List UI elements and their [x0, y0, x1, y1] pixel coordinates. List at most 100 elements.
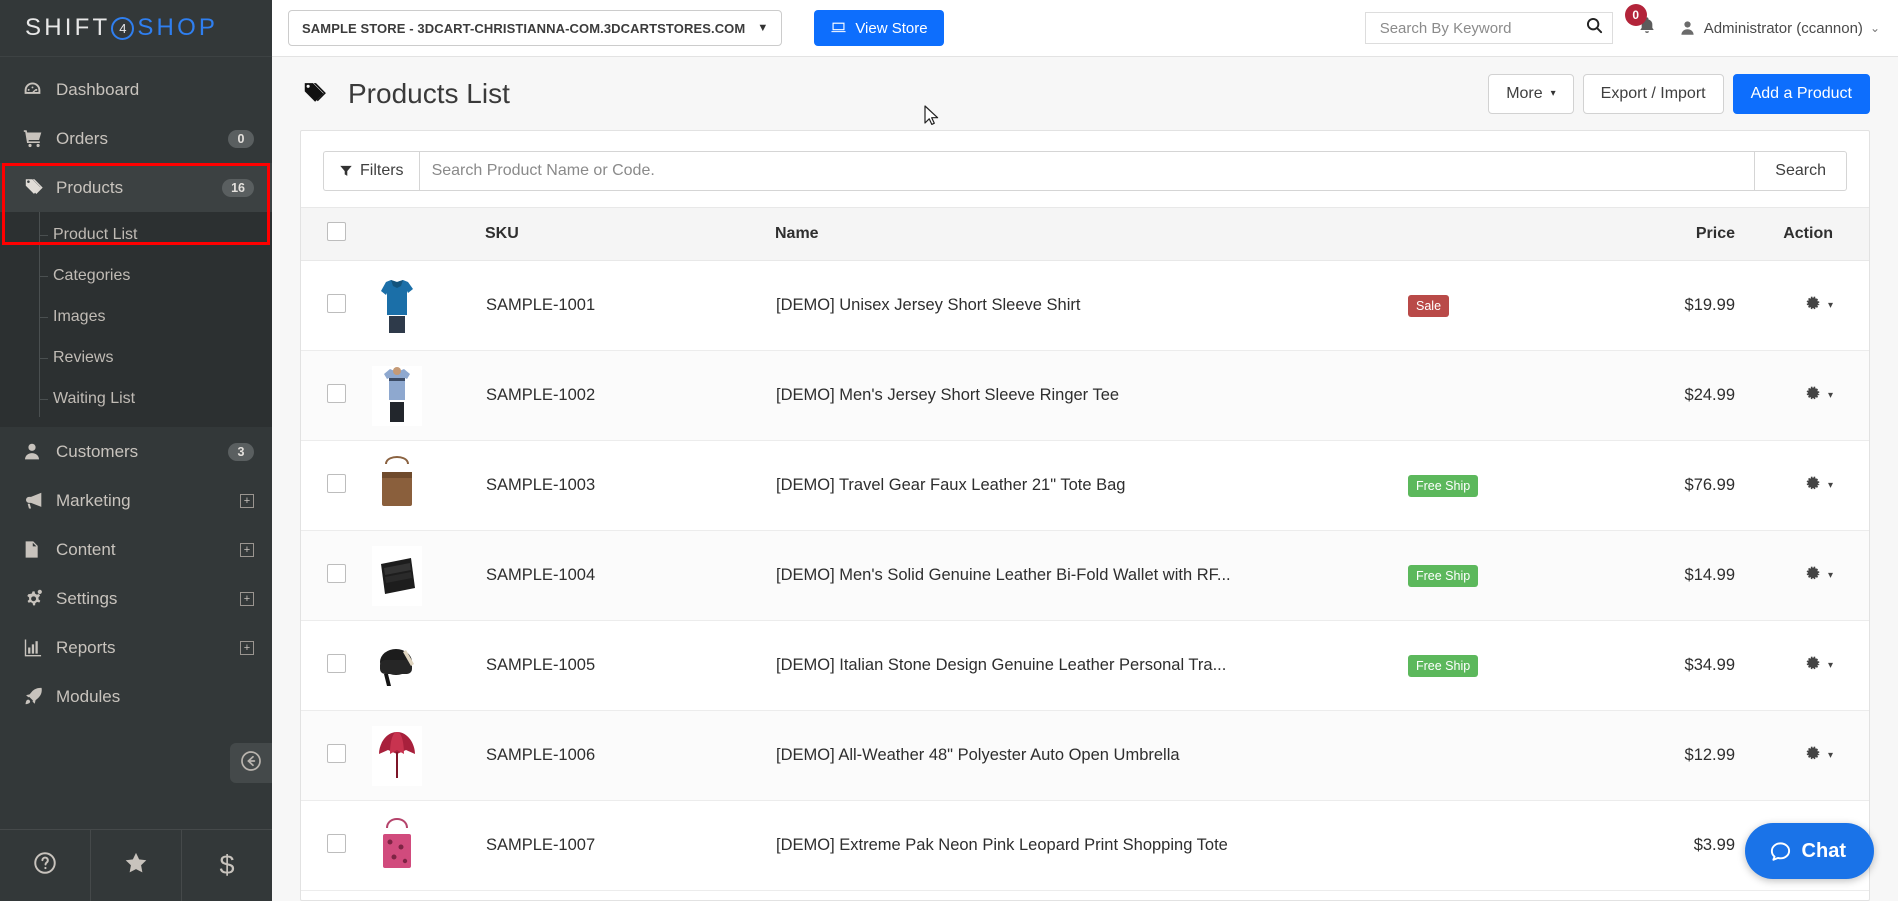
table-row[interactable]: SAMPLE-1002[DEMO] Men's Jersey Short Sle…	[301, 351, 1869, 441]
sidebar-subitem-waiting-list[interactable]: Waiting List	[0, 378, 272, 419]
sidebar-item-settings[interactable]: Settings +	[0, 574, 272, 623]
notifications-button[interactable]: 0	[1637, 15, 1657, 41]
user-menu[interactable]: Administrator (ccannon) ⌄	[1679, 19, 1880, 37]
select-all-checkbox[interactable]	[327, 222, 346, 241]
pink-leopard-tote-photo	[370, 815, 424, 877]
sidebar-subitem-reviews[interactable]: Reviews	[0, 337, 272, 378]
table-row[interactable]: SAMPLE-1007[DEMO] Extreme Pak Neon Pink …	[301, 801, 1869, 891]
row-checkbox[interactable]	[327, 384, 346, 403]
add-product-button[interactable]: Add a Product	[1733, 74, 1870, 114]
orders-badge: 0	[228, 130, 254, 148]
row-action-menu[interactable]: ▾	[1805, 295, 1833, 317]
sidebar-item-customers[interactable]: Customers 3	[0, 427, 272, 476]
table-row[interactable]: SAMPLE-1006[DEMO] All-Weather 48" Polyes…	[301, 711, 1869, 801]
chevron-down-icon: ▾	[1828, 300, 1833, 311]
row-checkbox[interactable]	[327, 564, 346, 583]
gear-icon	[1805, 655, 1822, 677]
row-action-menu[interactable]: ▾	[1805, 745, 1833, 767]
product-sku-cell: SAMPLE-1006	[485, 711, 775, 801]
table-row[interactable]: SAMPLE-1005[DEMO] Italian Stone Design G…	[301, 621, 1869, 711]
chevron-down-icon: ▾	[1828, 570, 1833, 581]
search-icon[interactable]	[1585, 16, 1604, 40]
view-store-button[interactable]: View Store	[814, 10, 943, 46]
row-action-menu[interactable]: ▾	[1805, 655, 1833, 677]
expand-icon[interactable]: +	[240, 641, 254, 655]
row-checkbox[interactable]	[327, 744, 346, 763]
collapse-left-icon	[239, 749, 263, 778]
row-action-menu[interactable]: ▾	[1805, 385, 1833, 407]
favorites-button[interactable]	[91, 830, 182, 901]
product-action-cell: ▾	[1757, 711, 1869, 801]
brand-part-1: SHIFT	[25, 14, 110, 42]
sidebar-item-reports[interactable]: Reports +	[0, 623, 272, 672]
product-search-button[interactable]: Search	[1755, 151, 1847, 191]
chat-bubble-icon	[1769, 840, 1792, 863]
row-checkbox[interactable]	[327, 294, 346, 313]
select-all-cell	[301, 208, 369, 261]
export-import-label: Export / Import	[1601, 85, 1706, 103]
product-action-cell: ▾	[1757, 261, 1869, 351]
sidebar-subitem-images[interactable]: Images	[0, 296, 272, 337]
more-button[interactable]: More ▾	[1488, 74, 1573, 114]
sidebar-collapse-button[interactable]	[230, 743, 272, 783]
export-import-button[interactable]: Export / Import	[1583, 74, 1724, 114]
row-action-menu[interactable]: ▾	[1805, 475, 1833, 497]
sku-column-header[interactable]: SKU	[485, 208, 775, 261]
sidebar-item-dashboard[interactable]: Dashboard	[0, 65, 272, 114]
sidebar-subitem-label: Reviews	[53, 349, 113, 367]
sidebar-item-label: Modules	[56, 687, 254, 707]
sidebar-item-products[interactable]: Products 16	[0, 163, 272, 212]
product-tag-cell: Sale	[1407, 261, 1607, 351]
sidebar-item-orders[interactable]: Orders 0	[0, 114, 272, 163]
product-sku-cell: SAMPLE-1001	[485, 261, 775, 351]
name-column-header[interactable]: Name	[775, 208, 1407, 261]
store-selector[interactable]: SAMPLE STORE - 3DCART-CHRISTIANNA-COM.3D…	[288, 10, 782, 46]
keyword-search[interactable]	[1365, 12, 1613, 44]
price-column-header[interactable]: Price	[1607, 208, 1757, 261]
expand-icon[interactable]: +	[240, 592, 254, 606]
gear-icon	[1805, 295, 1822, 317]
expand-icon[interactable]: +	[240, 494, 254, 508]
product-search-input[interactable]	[419, 151, 1756, 191]
product-sku-cell: SAMPLE-1005	[485, 621, 775, 711]
filters-button[interactable]: Filters	[323, 151, 419, 191]
product-name-cell[interactable]: [DEMO] Extreme Pak Neon Pink Leopard Pri…	[775, 801, 1407, 891]
more-button-label: More	[1506, 85, 1542, 103]
sidebar-subitem-label: Product List	[53, 226, 137, 244]
gear-icon	[1805, 745, 1822, 767]
help-button[interactable]	[0, 830, 91, 901]
table-row[interactable]: SAMPLE-1001[DEMO] Unisex Jersey Short Sl…	[301, 261, 1869, 351]
sidebar-subitem-categories[interactable]: Categories	[0, 255, 272, 296]
product-name-cell[interactable]: [DEMO] Men's Solid Genuine Leather Bi-Fo…	[775, 531, 1407, 621]
row-checkbox[interactable]	[327, 654, 346, 673]
search-input[interactable]	[1378, 19, 1585, 38]
page-header: Products List More ▾ Export / Import Add…	[272, 57, 1898, 130]
brand-text: SHIFT 4 SHOP	[25, 14, 218, 42]
sidebar-item-content[interactable]: Content +	[0, 525, 272, 574]
table-row[interactable]: SAMPLE-1003[DEMO] Travel Gear Faux Leath…	[301, 441, 1869, 531]
product-name-cell[interactable]: [DEMO] Unisex Jersey Short Sleeve Shirt	[775, 261, 1407, 351]
row-action-menu[interactable]: ▾	[1805, 565, 1833, 587]
product-name-cell[interactable]: [DEMO] Italian Stone Design Genuine Leat…	[775, 621, 1407, 711]
expand-icon[interactable]: +	[240, 543, 254, 557]
sidebar-item-modules[interactable]: Modules	[0, 672, 272, 721]
sidebar-item-marketing[interactable]: Marketing +	[0, 476, 272, 525]
product-price-cell: $12.99	[1607, 711, 1757, 801]
sidebar-subitem-product-list[interactable]: Product List	[0, 214, 272, 255]
product-name-cell[interactable]: [DEMO] Men's Jersey Short Sleeve Ringer …	[775, 351, 1407, 441]
row-checkbox[interactable]	[327, 834, 346, 853]
app-root: SHIFT 4 SHOP Dashboard Orders 0	[0, 0, 1898, 901]
row-checkbox[interactable]	[327, 474, 346, 493]
status-badge: Sale	[1408, 295, 1449, 317]
chevron-down-icon: ▾	[1828, 390, 1833, 401]
product-thumbnail-cell	[369, 621, 485, 711]
product-name-cell[interactable]: [DEMO] Travel Gear Faux Leather 21" Tote…	[775, 441, 1407, 531]
chat-widget-button[interactable]: Chat	[1745, 823, 1874, 879]
brand-logo[interactable]: SHIFT 4 SHOP	[0, 0, 272, 57]
star-icon	[123, 850, 149, 881]
product-name-cell[interactable]: [DEMO] All-Weather 48" Polyester Auto Op…	[775, 711, 1407, 801]
billing-button[interactable]: $	[182, 830, 272, 901]
chevron-down-icon: ▾	[1551, 88, 1556, 99]
product-sku-cell: SAMPLE-1004	[485, 531, 775, 621]
table-row[interactable]: SAMPLE-1004[DEMO] Men's Solid Genuine Le…	[301, 531, 1869, 621]
